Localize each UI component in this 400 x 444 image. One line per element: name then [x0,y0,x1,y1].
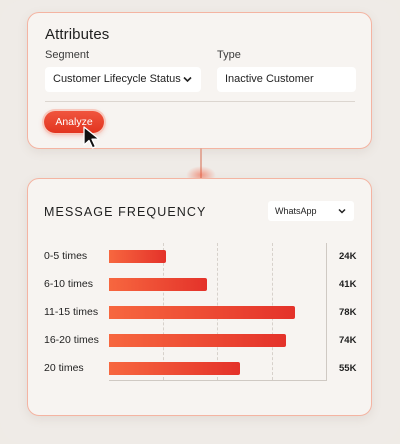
bar-value-label: 24K [339,251,357,262]
chevron-down-icon [183,67,192,102]
bar [109,362,240,375]
bar-category-label: 11-15 times [44,306,99,318]
bar [109,250,166,263]
bar-value-label: 41K [339,279,357,290]
bar [109,306,295,319]
attributes-card: Attributes Segment Customer Lifecycle St… [27,12,372,149]
attributes-title: Attributes [45,26,110,43]
mouse-cursor-icon [83,126,100,149]
type-field[interactable]: Inactive Customer [217,67,356,92]
message-frequency-title: MESSAGE FREQUENCY [44,205,207,219]
segment-select-value: Customer Lifecycle Status [53,73,181,85]
chevron-down-icon [338,201,346,228]
canvas: Attributes Segment Customer Lifecycle St… [0,0,400,444]
bar [109,278,207,291]
bar-category-label: 6-10 times [44,278,94,290]
divider [45,101,355,102]
bar [109,334,286,347]
bar-value-label: 55K [339,363,357,374]
bar-value-label: 74K [339,335,357,346]
message-frequency-card: MESSAGE FREQUENCY WhatsApp 0-5 times 24K 6… [27,178,372,416]
segment-select[interactable]: Customer Lifecycle Status [45,67,201,92]
segment-label: Segment [45,49,90,61]
channel-select-value: WhatsApp [275,206,317,216]
channel-select[interactable]: WhatsApp [268,201,354,221]
bar-value-label: 78K [339,307,357,318]
bar-category-label: 0-5 times [44,250,88,262]
type-label: Type [217,49,241,61]
bar-category-label: 20 times [44,362,84,374]
type-field-value: Inactive Customer [225,73,314,85]
bar-category-label: 16-20 times [44,334,99,346]
